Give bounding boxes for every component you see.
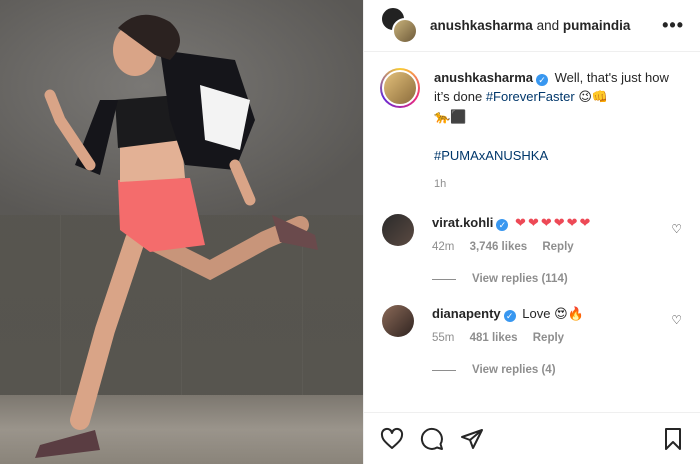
save-icon[interactable] [661, 427, 685, 451]
comment-body: Love [522, 306, 551, 321]
share-icon[interactable] [460, 427, 484, 451]
runner-figure [35, 14, 318, 458]
caption-text: anushkasharma ✓ Well, that's just how it’… [434, 68, 684, 194]
heart-icon[interactable]: ♡ [671, 313, 682, 327]
caption-time: 1h [434, 178, 447, 190]
comment-text: dianapenty ✓ Love 😍🔥 [432, 305, 584, 324]
action-bar [364, 412, 700, 464]
like-icon[interactable] [380, 427, 404, 451]
view-replies-label: View replies (4) [472, 364, 556, 376]
avatar[interactable] [382, 305, 414, 337]
heart-icon[interactable]: ♡ [671, 222, 682, 236]
view-replies-button[interactable]: View replies (114) [432, 273, 684, 285]
post-photo[interactable] [0, 0, 363, 464]
view-replies-label: View replies (114) [472, 273, 568, 285]
reply-button[interactable]: Reply [542, 241, 573, 253]
view-replies-button[interactable]: View replies (4) [432, 364, 684, 376]
caption-avatar[interactable] [380, 68, 420, 108]
comment-username[interactable]: virat.kohli [432, 215, 493, 230]
comment-meta: 42m 3,746 likes Reply [432, 241, 592, 253]
comment-likes[interactable]: 3,746 likes [470, 241, 528, 253]
caption-emoji: 🐆⬛ [434, 110, 467, 125]
post-authors: anushkasharma and pumaindia [430, 18, 662, 33]
comment-meta: 55m 481 likes Reply [432, 332, 584, 344]
more-icon[interactable]: ••• [662, 15, 684, 36]
comment-emoji: 😍🔥 [554, 307, 584, 322]
post-sidebar: anushkasharma and pumaindia ••• anushkas… [363, 0, 700, 464]
comment-icon[interactable] [420, 427, 444, 451]
avatar [392, 17, 418, 44]
collab-avatars[interactable] [380, 5, 420, 46]
and-text: and [536, 18, 560, 33]
verified-icon: ✓ [496, 219, 509, 231]
verified-icon: ✓ [503, 310, 516, 322]
hashtag-link[interactable]: #ForeverFaster [486, 89, 575, 104]
comment-body: ❤❤❤❤❤❤ [515, 216, 593, 231]
divider [432, 369, 456, 371]
comments-area: anushkasharma ✓ Well, that's just how it’… [364, 52, 700, 376]
author-link[interactable]: pumaindia [563, 18, 631, 33]
comment: dianapenty ✓ Love 😍🔥 55m 481 likes Reply … [380, 305, 684, 344]
hashtag-link[interactable]: #PUMAxANUSHKA [434, 148, 548, 163]
reply-button[interactable]: Reply [533, 332, 564, 344]
divider [432, 278, 456, 280]
comment-text: virat.kohli ✓ ❤❤❤❤❤❤ [432, 214, 592, 233]
comment-username[interactable]: dianapenty [432, 306, 501, 321]
post-header: anushkasharma and pumaindia ••• [364, 0, 700, 52]
comment-time: 42m [432, 241, 455, 253]
comment-time: 55m [432, 332, 455, 344]
caption: anushkasharma ✓ Well, that's just how it’… [380, 68, 684, 194]
verified-icon: ✓ [536, 74, 548, 86]
comment-likes[interactable]: 481 likes [470, 332, 518, 344]
caption-username[interactable]: anushkasharma [434, 70, 533, 85]
comment: virat.kohli ✓ ❤❤❤❤❤❤ 42m 3,746 likes Repl… [380, 214, 684, 253]
author-link[interactable]: anushkasharma [430, 18, 533, 33]
instagram-post: anushkasharma and pumaindia ••• anushkas… [0, 0, 700, 464]
avatar[interactable] [382, 214, 414, 246]
caption-emoji: 😉👊 [578, 90, 609, 105]
